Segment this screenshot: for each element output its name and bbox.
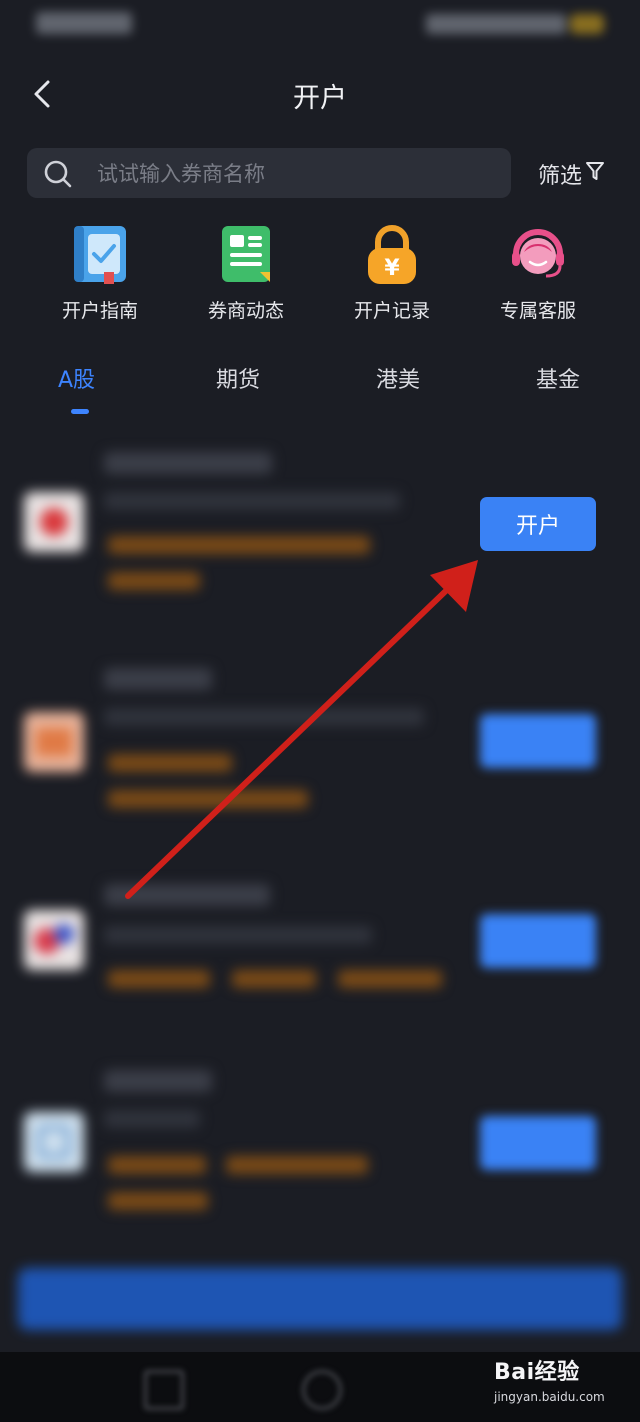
lock-yuan-icon: ¥ <box>360 222 424 286</box>
quick-item-service[interactable]: 专属客服 <box>468 222 608 323</box>
tab-funds[interactable]: 基金 <box>536 362 580 394</box>
funnel-icon <box>585 160 605 188</box>
search-input[interactable] <box>95 148 499 200</box>
svg-text:¥: ¥ <box>384 256 400 281</box>
list-item[interactable] <box>0 880 640 1080</box>
quick-item-news[interactable]: 券商动态 <box>176 222 316 323</box>
recent-apps-icon[interactable] <box>144 1370 184 1410</box>
open-account-button-blurred[interactable] <box>480 914 596 968</box>
watermark-brand: Bai经验 <box>494 1360 580 1385</box>
quick-item-guide[interactable]: 开户指南 <box>30 222 170 323</box>
open-account-button-blurred[interactable] <box>480 714 596 768</box>
filter-label: 筛选 <box>538 164 583 189</box>
news-icon <box>214 222 278 286</box>
top-nav: 开户 <box>0 60 640 130</box>
quick-item-label: 专属客服 <box>499 300 576 322</box>
quick-item-label: 券商动态 <box>207 300 284 322</box>
quick-item-record[interactable]: ¥ 开户记录 <box>322 222 462 323</box>
filter-button[interactable]: 筛选 <box>538 156 605 192</box>
list-item[interactable] <box>0 660 640 860</box>
tab-hk-us[interactable]: 港美 <box>376 362 420 394</box>
quick-actions: 开户指南 券商动态 ¥ 开户记录 专属客服 <box>0 222 640 332</box>
status-bar <box>0 0 640 50</box>
tab-futures[interactable]: 期货 <box>216 362 260 394</box>
guide-book-icon <box>68 222 132 286</box>
home-icon[interactable] <box>302 1370 342 1410</box>
watermark-url: jingyan.baidu.com <box>494 1390 605 1404</box>
search-box[interactable] <box>27 148 511 200</box>
market-tabs: A股 期货 港美 基金 <box>0 362 640 422</box>
active-tab-indicator <box>71 409 89 414</box>
open-account-button-blurred[interactable] <box>480 1116 596 1170</box>
customer-service-icon <box>506 222 570 286</box>
watermark: Bai经验 jingyan.baidu.com <box>488 1348 618 1414</box>
promo-banner[interactable] <box>18 1268 622 1330</box>
list-item[interactable] <box>0 1070 640 1270</box>
search-icon <box>43 159 73 189</box>
quick-item-label: 开户指南 <box>61 300 138 322</box>
open-account-button[interactable]: 开户 <box>480 497 596 551</box>
page-title: 开户 <box>293 83 347 114</box>
tab-a-shares[interactable]: A股 <box>58 362 95 394</box>
quick-item-label: 开户记录 <box>353 300 430 322</box>
list-item[interactable]: 开户 <box>0 440 640 640</box>
